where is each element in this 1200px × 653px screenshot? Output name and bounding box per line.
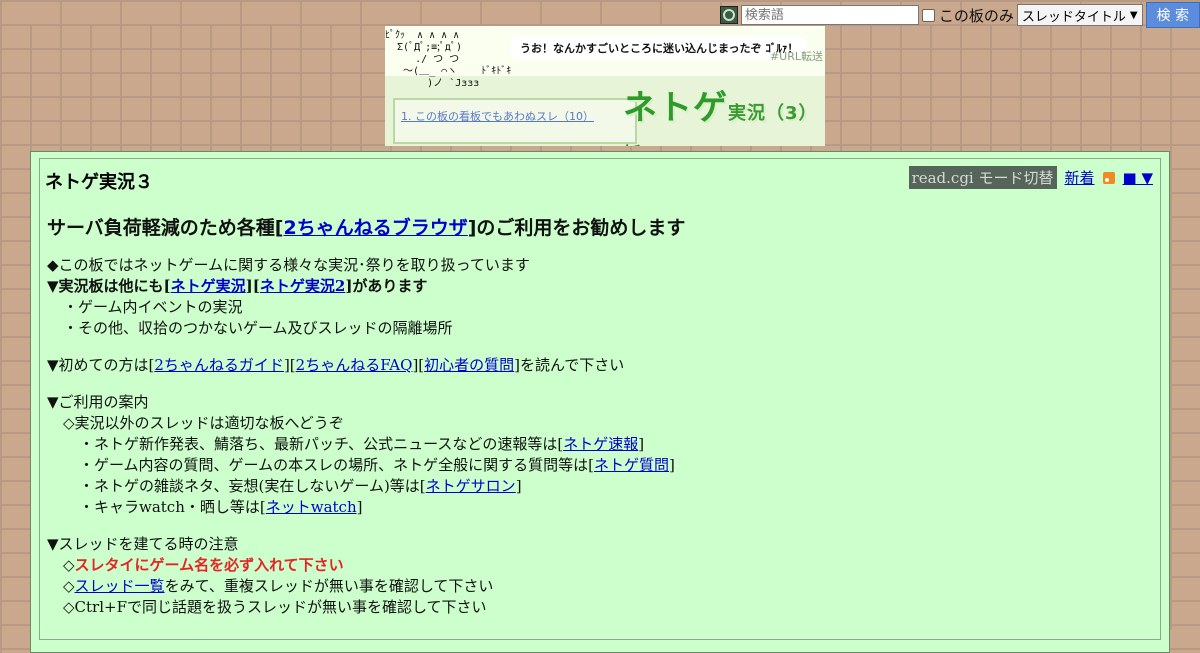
speech-bubble: うお！なんかすごいところに迷い込んじまったぞ ｺﾞﾙｧ！ <box>510 36 809 60</box>
netoge-salon-link[interactable]: ネトゲサロン <box>426 477 516 495</box>
search-scope-value: スレッドタイトル <box>1021 9 1126 25</box>
banner-thread-link: 1. この板の看板でもあわぬスレ（10） <box>401 110 594 123</box>
guide-item-text: ・ネトゲの雑談ネタ、妄想(実在しないゲーム)等は[ <box>79 477 426 495</box>
bracket: ] <box>638 435 645 453</box>
thread-list-link[interactable]: スレッド一覧 <box>75 577 165 595</box>
other-pre: ▼実況板は他にも[ <box>47 277 171 295</box>
guide-link[interactable]: 2ちゃんねるガイド <box>154 356 284 374</box>
guide-item-text: ・キャラwatch・晒し等は[ <box>79 498 266 516</box>
banner-url-text: #URL転送 <box>769 50 823 63</box>
netoge-jikkyo-link[interactable]: ネトゲ実況 <box>171 277 246 295</box>
bracket: ] <box>356 498 363 516</box>
netoge-sokuho-link[interactable]: ネトゲ速報 <box>563 435 638 453</box>
checkbox-icon[interactable] <box>921 8 935 22</box>
first-pre: ▼初めての方は[ <box>47 356 155 374</box>
board-banner[interactable]: ﾋﾟｸｯ ∧ ∧ ∧ ∧ Σ(ﾟДﾟ;≡;ﾟдﾟ) ./ つ つ 〜(＿_ ⌒ヽ… <box>385 26 825 146</box>
other-post: ]があります <box>345 277 428 295</box>
first-post: ]を読んで下さい <box>514 356 625 374</box>
search-button[interactable]: 検 索 <box>1145 2 1200 28</box>
netoge-jikkyo2-link[interactable]: ネトゲ実況2 <box>260 277 345 295</box>
rule-mark: ◇ <box>63 577 75 595</box>
bracket: ] <box>668 456 675 474</box>
rule-text: をみて、重複スレッドが無い事を確認して下さい <box>164 577 494 595</box>
board-info-panel: ネトゲ実況３ read.cgi モード切替 新着 ■ ▼ サーバ負荷軽減のため各… <box>30 151 1170 653</box>
bracket: ] <box>515 477 522 495</box>
guide-heading: ▼ご利用の案内 <box>47 393 149 411</box>
search-bar: この板のみ スレッドタイトル ▼ 検 索 <box>719 2 1200 28</box>
first-time-line: ▼初めての方は[2ちゃんねるガイド][2ちゃんねるFAQ][初心者の質問]を読ん… <box>47 355 685 376</box>
first-sep: ][ <box>412 356 425 374</box>
ascii-art: ﾋﾟｸｯ ∧ ∧ ∧ ∧ Σ(ﾟДﾟ;≡;ﾟдﾟ) ./ つ つ 〜(＿_ ⌒ヽ… <box>385 30 512 89</box>
guide-subheading: ◇実況以外のスレッドは適切な板へどうぞ <box>63 414 344 432</box>
rss-icon[interactable] <box>1102 171 1115 184</box>
thread-rule: ◇スレッド一覧をみて、重複スレッドが無い事を確認して下さい <box>47 576 685 597</box>
search-logo-icon <box>719 6 738 24</box>
net-watch-link[interactable]: ネットwatch <box>266 498 357 516</box>
beginner-question-link[interactable]: 初心者の質問 <box>424 356 514 374</box>
header-menu: read.cgi モード切替 新着 ■ ▼ <box>908 166 1153 189</box>
search-scope-select[interactable]: スレッドタイトル ▼ <box>1016 4 1143 26</box>
thread-rules-heading: ▼スレッドを建てる時の注意 <box>47 535 239 553</box>
other-mid: ][ <box>245 277 260 295</box>
rule-mark: ◇ <box>63 556 75 574</box>
logo-main: ネトゲ <box>623 88 728 128</box>
board-only-label: この板のみ <box>938 6 1014 25</box>
guide-item-text: ・ネトゲ新作発表、鯖落ち、最新パッチ、公式ニュースなどの速報等は[ <box>79 435 564 453</box>
intro-line: ◆この板ではネットゲームに関する様々な実況･祭りを取り扱っています <box>47 256 530 274</box>
guide-item: ・キャラwatch・晒し等は[ネットwatch] <box>47 497 685 518</box>
board-description: サーバ負荷軽減のため各種[2ちゃんねるブラウザ]のご利用をお勧めします ◆この板… <box>47 218 685 618</box>
jump-nav-link[interactable]: ■ ▼ <box>1123 169 1153 187</box>
browser-recommendation: サーバ負荷軽減のため各種[2ちゃんねるブラウザ]のご利用をお勧めします <box>47 218 685 239</box>
thread-rule: ◇スレタイにゲーム名を必ず入れて下さい <box>47 555 685 576</box>
bullet-item: ・ゲーム内イベントの実況 <box>63 298 243 316</box>
new-link[interactable]: 新着 <box>1065 167 1095 188</box>
board-only-checkbox[interactable]: この板のみ <box>921 5 1014 26</box>
other-boards-line: ▼実況板は他にも[ネトゲ実況][ネトゲ実況2]があります <box>47 276 685 297</box>
guide-item-text: ・ゲーム内容の質問、ゲームの本スレの場所、ネトゲ全般に関する質問等は[ <box>79 456 594 474</box>
thread-title-warning: スレタイにゲーム名を必ず入れて下さい <box>74 556 344 574</box>
bullet-item: ・その他、収拾のつかないゲーム及びスレッドの隔離場所 <box>63 319 453 337</box>
board-title: ネトゲ実況３ <box>45 172 153 193</box>
first-sep: ][ <box>283 356 296 374</box>
banner-logo: ネトゲ実況（3）板 <box>623 80 825 146</box>
thread-rule: ◇Ctrl+Fで同じ話題を扱うスレッドが無い事を確認して下さい <box>63 598 487 616</box>
guide-item: ・ゲーム内容の質問、ゲームの本スレの場所、ネトゲ全般に関する質問等は[ネトゲ質問… <box>47 455 685 476</box>
recommend-text: サーバ負荷軽減のため各種[ <box>47 217 284 239</box>
browser-link[interactable]: 2ちゃんねるブラウザ <box>284 217 468 239</box>
netoge-shitsumon-link[interactable]: ネトゲ質問 <box>594 456 669 474</box>
dropdown-arrow-icon: ▼ <box>1129 9 1138 21</box>
banner-thread-box: 1. この板の看板でもあわぬスレ（10） <box>393 98 637 144</box>
faq-link[interactable]: 2ちゃんねるFAQ <box>296 356 413 374</box>
recommend-text-end: ]のご利用をお勧めします <box>467 217 686 239</box>
search-input[interactable] <box>740 5 919 25</box>
guide-item: ・ネトゲの雑談ネタ、妄想(実在しないゲーム)等は[ネトゲサロン] <box>47 476 685 497</box>
guide-item: ・ネトゲ新作発表、鯖落ち、最新パッチ、公式ニュースなどの速報等は[ネトゲ速報] <box>47 434 685 455</box>
mode-toggle-button[interactable]: read.cgi モード切替 <box>908 166 1057 189</box>
